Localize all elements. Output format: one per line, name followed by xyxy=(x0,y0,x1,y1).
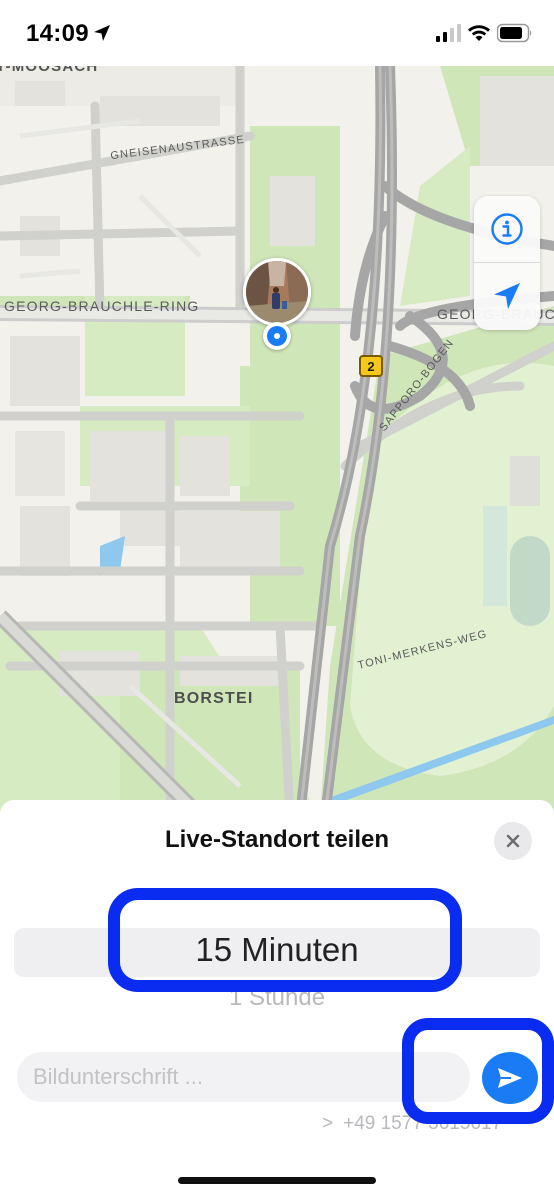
map-label-district: T-MOOSACH xyxy=(0,66,99,75)
current-location-dot xyxy=(263,322,291,350)
location-arrow-icon xyxy=(494,283,520,309)
locate-button[interactable] xyxy=(474,263,540,329)
send-icon xyxy=(498,1068,522,1088)
route-badge: 2 xyxy=(359,355,383,377)
status-bar: 14:09 xyxy=(0,0,554,66)
info-icon xyxy=(491,213,523,245)
location-arrow-icon xyxy=(94,25,110,41)
recipient-row[interactable]: > +49 1577 3615617 xyxy=(322,1113,502,1135)
sheet-title: Live-Standort teilen xyxy=(164,826,390,853)
share-location-sheet: Live-Standort teilen 15 Minuten 1 Stunde… xyxy=(0,800,554,1199)
avatar-photo xyxy=(246,261,308,323)
battery-icon xyxy=(497,23,532,43)
chevron-right-icon: > xyxy=(322,1113,334,1134)
info-button[interactable] xyxy=(474,196,540,262)
wifi-icon xyxy=(468,25,490,41)
map-background xyxy=(0,66,554,816)
map-label-georg-left: GEORG-BRAUCHLE-RING xyxy=(4,298,200,314)
picker-next-option[interactable]: 1 Stunde xyxy=(0,984,554,1012)
map-view[interactable]: T-MOOSACH GNEISENAUSTRASSE GEORG-BRAUCHL… xyxy=(0,66,554,816)
picker-selected-option[interactable]: 15 Minuten xyxy=(0,931,554,969)
status-time: 14:09 xyxy=(26,20,89,47)
caption-input[interactable] xyxy=(17,1052,470,1102)
close-icon xyxy=(506,834,520,848)
recipient-number: +49 1577 3615617 xyxy=(343,1113,503,1134)
close-button[interactable] xyxy=(494,822,532,860)
send-button[interactable] xyxy=(482,1052,538,1104)
map-controls xyxy=(474,196,540,330)
friend-avatar[interactable] xyxy=(243,258,311,326)
signal-icon xyxy=(436,24,461,42)
home-indicator xyxy=(178,1177,376,1184)
map-label-borstei: BORSTEI xyxy=(174,690,254,707)
